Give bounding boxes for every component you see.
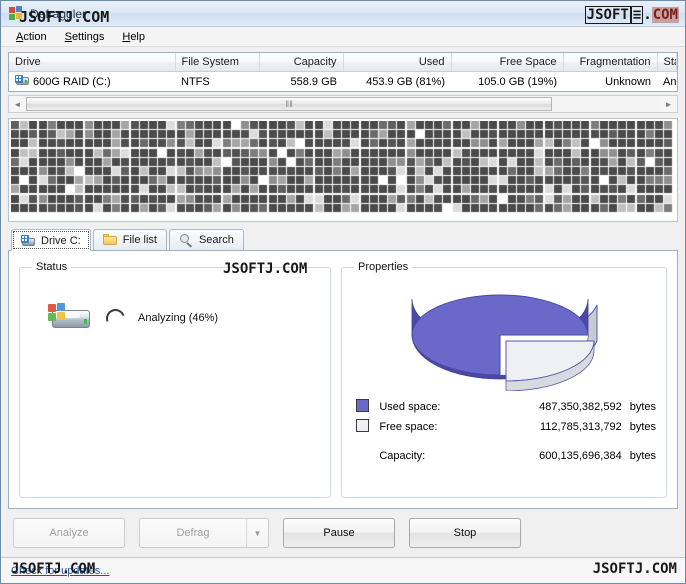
legend-swatch-free-icon xyxy=(356,419,369,432)
defraggler-window: Defraggler Action Settings Help Drive Fi… xyxy=(0,0,686,584)
folder-icon xyxy=(102,234,118,246)
pie-chart-svg xyxy=(411,294,597,391)
scrollbar-thumb[interactable]: ‖‖ xyxy=(26,97,553,111)
defrag-button[interactable]: Defrag xyxy=(140,519,246,547)
menu-settings-accel: S xyxy=(64,30,72,43)
horizontal-scrollbar[interactable]: ◄ ‖‖ ► xyxy=(8,95,678,113)
drive-icon xyxy=(21,234,36,247)
drive-table-header-row: Drive File System Capacity Used Free Spa… xyxy=(9,53,677,72)
legend-swatch-free-cell xyxy=(356,417,377,437)
status-group: Status Analyzing (46%) xyxy=(19,261,331,498)
properties-group: Properties Used space: 487,350,382,592 b… xyxy=(341,261,667,498)
legend-value-capacity: 600,135,696,384 xyxy=(539,450,622,462)
tab-file-list-label: File list xyxy=(122,234,157,246)
tab-file-list[interactable]: File list xyxy=(92,229,167,250)
tab-search-label: Search xyxy=(198,234,234,246)
status-text: Analyzing (46%) xyxy=(138,312,219,324)
tab-search[interactable]: Search xyxy=(168,229,244,250)
chevron-down-icon[interactable]: ▼ xyxy=(246,519,268,547)
menu-item-help[interactable]: Help xyxy=(113,29,154,45)
tab-drive-c[interactable]: Drive C: xyxy=(11,229,91,251)
cell-drive: 600G RAID (C:) xyxy=(9,72,175,92)
tab-strip: Drive C: File list Search xyxy=(8,229,678,251)
pie-legend: Used space: 487,350,382,592 bytes Free s… xyxy=(356,397,656,464)
cell-drive-label: 600G RAID (C:) xyxy=(33,76,111,88)
legend-value-used: 487,350,382,592 xyxy=(539,401,622,413)
app-icon xyxy=(9,5,25,22)
properties-group-legend: Properties xyxy=(358,261,409,273)
legend-label-used: Used space: xyxy=(379,401,441,413)
legend-swatch-used-cell xyxy=(356,397,377,417)
action-button-bar: Analyze Defrag ▼ Pause Stop xyxy=(8,518,678,548)
scrollbar-grip-icon: ‖‖ xyxy=(285,99,293,109)
column-header-fragmentation[interactable]: Fragmentation xyxy=(563,53,658,72)
pause-button[interactable]: Pause xyxy=(283,518,395,548)
menu-item-settings[interactable]: Settings xyxy=(56,29,114,45)
legend-unit-capacity: bytes xyxy=(629,450,656,462)
legend-spacer xyxy=(356,437,656,448)
status-row: Analyzing (46%) xyxy=(30,303,320,333)
cell-capacity: 558.9 GB xyxy=(290,75,337,88)
scroll-left-arrow-icon[interactable]: ◄ xyxy=(9,96,26,112)
column-header-free-space[interactable]: Free Space xyxy=(451,53,564,72)
block-map-canvas[interactable] xyxy=(11,121,677,219)
legend-label-free: Free space: xyxy=(379,421,438,433)
defrag-split-button[interactable]: Defrag ▼ xyxy=(139,518,269,548)
column-header-status[interactable]: Status xyxy=(657,53,677,72)
analyze-button[interactable]: Analyze xyxy=(13,518,125,548)
hard-drive-icon xyxy=(48,303,90,333)
stop-button[interactable]: Stop xyxy=(409,518,521,548)
menu-help-rest: elp xyxy=(130,30,145,43)
legend-row-capacity: Capacity: 600,135,696,384 bytes xyxy=(356,448,656,464)
cell-used: 453.9 GB (81%) xyxy=(366,75,445,88)
menu-bar: Action Settings Help xyxy=(1,27,685,47)
drive-block-map[interactable] xyxy=(8,118,678,222)
menu-action-rest: ction xyxy=(23,30,47,43)
hard-drive-icon xyxy=(15,75,29,86)
status-group-legend: Status xyxy=(36,261,68,273)
capacity-swatch-cell xyxy=(356,448,377,464)
scrollbar-track[interactable]: ‖‖ xyxy=(26,96,660,112)
progress-spinner-icon xyxy=(102,305,129,331)
tab-panel-drive-c: Status Analyzing (46%) Properties Used s… xyxy=(8,251,678,509)
legend-label-capacity: Capacity: xyxy=(379,450,426,462)
column-header-file-system[interactable]: File System xyxy=(175,53,260,72)
capacity-pie-chart xyxy=(352,283,656,391)
status-bar: Check for updates... xyxy=(1,557,685,583)
legend-row-free-space: Free space: 112,785,313,792 bytes xyxy=(356,417,656,437)
menu-settings-rest: ettings xyxy=(71,30,105,43)
column-header-used[interactable]: Used xyxy=(343,53,452,72)
tab-drive-c-label: Drive C: xyxy=(41,234,81,247)
menu-item-action[interactable]: Action xyxy=(7,29,56,45)
table-row[interactable]: 600G RAID (C:) NTFS 558.9 GB 453.9 GB (8… xyxy=(9,72,677,92)
cell-status: Analyzing ( xyxy=(663,75,677,88)
column-header-capacity[interactable]: Capacity xyxy=(259,53,344,72)
legend-row-used-space: Used space: 487,350,382,592 bytes xyxy=(356,397,656,417)
legend-unit-used: bytes xyxy=(629,401,656,413)
legend-value-free: 112,785,313,792 xyxy=(539,421,622,433)
window-title: Defraggler xyxy=(30,6,87,21)
title-bar: Defraggler xyxy=(1,1,685,27)
cell-file-system: NTFS xyxy=(181,75,210,88)
check-for-updates-link[interactable]: Check for updates... xyxy=(11,565,109,577)
cell-fragmentation: Unknown xyxy=(605,75,651,88)
magnifier-icon xyxy=(179,234,194,248)
legend-swatch-used-icon xyxy=(356,399,369,412)
drive-table: Drive File System Capacity Used Free Spa… xyxy=(9,53,677,91)
legend-unit-free: bytes xyxy=(629,421,656,433)
column-header-drive[interactable]: Drive xyxy=(9,53,176,72)
drive-list[interactable]: Drive File System Capacity Used Free Spa… xyxy=(8,52,678,92)
scroll-right-arrow-icon[interactable]: ► xyxy=(660,96,677,112)
cell-free-space: 105.0 GB (19%) xyxy=(478,75,557,88)
